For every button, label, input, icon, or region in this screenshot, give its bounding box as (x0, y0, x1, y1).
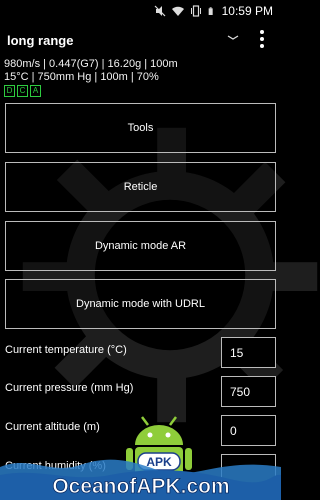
tag-d: D (4, 85, 15, 97)
dynamic-mode-ar-button[interactable]: Dynamic mode AR (5, 221, 276, 271)
status-icons: 10:59 PM (154, 4, 273, 18)
apk-badge: APK (146, 455, 172, 469)
tools-button[interactable]: Tools (5, 103, 276, 153)
mode-tags: D C A (4, 85, 41, 97)
page-title: long range (7, 33, 74, 48)
tag-c: C (17, 85, 28, 97)
conditions-summary: 15°C | 750mm Hg | 100m | 70% (4, 71, 159, 83)
temperature-label: Current temperature (°C) (5, 344, 127, 356)
dynamic-mode-udrl-button[interactable]: Dynamic mode with UDRL (5, 279, 276, 329)
wifi-icon (171, 6, 184, 16)
chevron-down-icon[interactable] (226, 31, 240, 45)
pressure-label: Current pressure (mm Hg) (5, 382, 134, 394)
more-vert-icon[interactable] (257, 29, 267, 49)
tag-a: A (30, 85, 41, 97)
oceanofapk-watermark: APK OceanofAPK.com (0, 416, 281, 500)
watermark-text: OceanofAPK.com (52, 475, 229, 498)
battery-icon (208, 7, 213, 15)
vibrate-icon (190, 5, 201, 17)
reticle-button[interactable]: Reticle (5, 162, 276, 212)
temperature-input[interactable]: 15 (221, 337, 276, 368)
ballistics-summary: 980m/s | 0.447(G7) | 16.20g | 100m (4, 58, 178, 70)
status-time: 10:59 PM (221, 4, 273, 18)
mute-icon (154, 5, 166, 17)
pressure-input[interactable]: 750 (221, 376, 276, 407)
